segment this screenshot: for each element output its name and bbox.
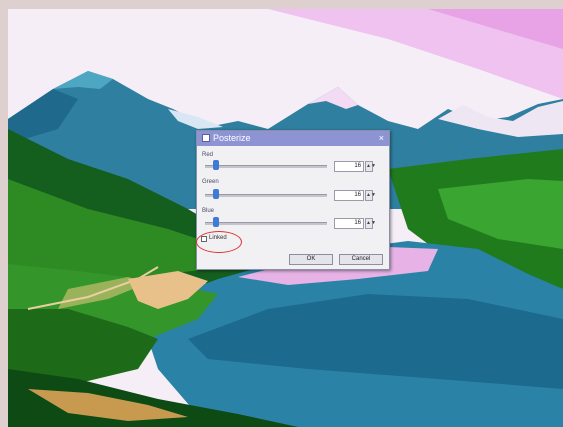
slider-label-blue: Blue xyxy=(202,208,215,214)
ok-button[interactable]: OK xyxy=(289,254,333,265)
slider-thumb-green[interactable] xyxy=(213,189,220,199)
red-value-input[interactable]: 16 xyxy=(334,161,364,172)
cancel-button[interactable]: Cancel xyxy=(339,254,383,265)
green-value-input[interactable]: 16 xyxy=(334,190,364,201)
slider-thumb-red[interactable] xyxy=(213,160,220,170)
red-spin-button[interactable]: ▲▼ xyxy=(365,161,376,172)
dialog-title-bar[interactable]: Posterize × xyxy=(197,131,389,146)
slider-track-blue[interactable] xyxy=(205,222,327,225)
dialog-app-icon xyxy=(202,134,210,142)
red-annotation-ellipse xyxy=(196,231,242,253)
blue-spin-button[interactable]: ▲▼ xyxy=(365,218,376,229)
slider-track-green[interactable] xyxy=(205,194,327,197)
slider-label-red: Red xyxy=(202,152,214,158)
slider-track-red[interactable] xyxy=(205,165,327,168)
blue-value-input[interactable]: 16 xyxy=(334,218,364,229)
slider-label-green: Green xyxy=(202,179,219,185)
green-spin-button[interactable]: ▲▼ xyxy=(365,190,376,201)
close-icon[interactable]: × xyxy=(379,132,384,145)
dialog-title: Posterize xyxy=(213,133,251,143)
slider-thumb-blue[interactable] xyxy=(213,217,220,227)
